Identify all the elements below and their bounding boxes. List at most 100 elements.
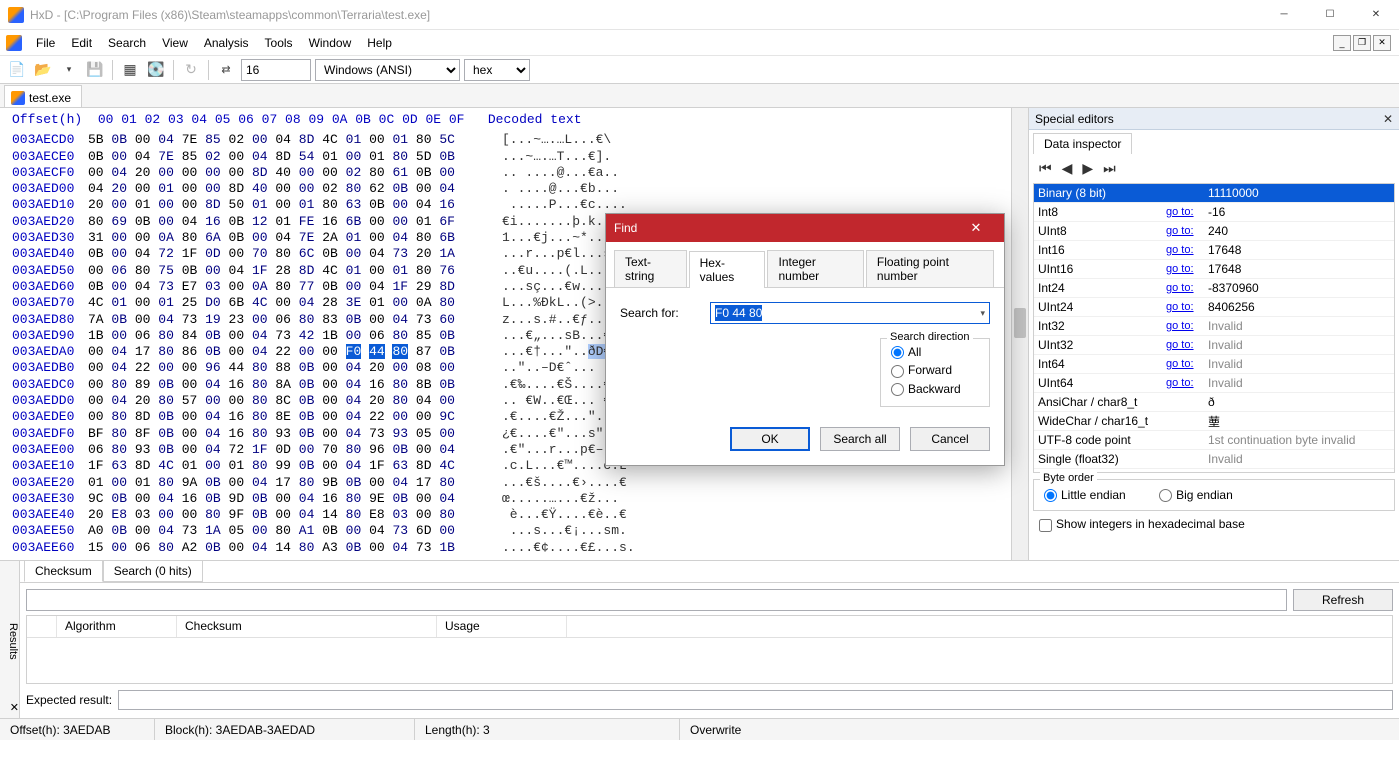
status-mode: Overwrite bbox=[680, 719, 1399, 740]
find-close-button[interactable]: ✕ bbox=[956, 214, 996, 242]
expected-result-input[interactable] bbox=[118, 690, 1393, 710]
radio-all[interactable]: All bbox=[891, 343, 979, 361]
disk-icon[interactable]: 💽 bbox=[145, 59, 167, 81]
find-tab-integer[interactable]: Integer number bbox=[767, 250, 863, 287]
save-icon[interactable]: 💾 bbox=[84, 59, 106, 81]
find-dialog: Find ✕ Text-string Hex-values Integer nu… bbox=[605, 213, 1005, 466]
menu-file[interactable]: File bbox=[28, 33, 63, 53]
results-sidebar-label: Results bbox=[7, 623, 19, 660]
status-block: Block(h): 3AEDAB-3AEDAD bbox=[155, 719, 415, 740]
di-row[interactable]: Int8go to:-16 bbox=[1034, 203, 1394, 222]
results-combo[interactable] bbox=[26, 589, 1287, 611]
ram-icon[interactable]: ▦ bbox=[119, 59, 141, 81]
find-body: Search for: F0 44 80 ▾ Search direction … bbox=[606, 288, 1004, 417]
tab-checksum[interactable]: Checksum bbox=[24, 560, 103, 582]
menu-tools[interactable]: Tools bbox=[257, 33, 301, 53]
di-row[interactable]: UTF-8 code point1st continuation byte in… bbox=[1034, 431, 1394, 450]
col-usage[interactable]: Usage bbox=[437, 616, 567, 637]
search-for-label: Search for: bbox=[620, 306, 700, 320]
results-sidebar: Results ✕ bbox=[0, 561, 20, 718]
dropdown-icon[interactable]: ▾ bbox=[980, 308, 985, 319]
data-inspector-grid: Binary (8 bit)11110000Int8go to:-16UInt8… bbox=[1033, 183, 1395, 473]
bytes-per-row-icon: ⇄ bbox=[215, 59, 237, 81]
encoding-select[interactable]: Windows (ANSI) bbox=[315, 59, 460, 81]
find-tab-float[interactable]: Floating point number bbox=[866, 250, 994, 287]
di-row[interactable]: UInt8go to:240 bbox=[1034, 222, 1394, 241]
mdi-minimize[interactable]: _ bbox=[1333, 35, 1351, 51]
search-all-button[interactable]: Search all bbox=[820, 427, 900, 451]
menu-window[interactable]: Window bbox=[301, 33, 360, 53]
app-icon bbox=[8, 7, 24, 23]
reload-icon[interactable]: ↻ bbox=[180, 59, 202, 81]
menu-view[interactable]: View bbox=[154, 33, 196, 53]
refresh-button[interactable]: Refresh bbox=[1293, 589, 1393, 611]
di-row[interactable]: UInt32go to:Invalid bbox=[1034, 336, 1394, 355]
toolbar-separator bbox=[112, 60, 113, 80]
col-checksum[interactable]: Checksum bbox=[177, 616, 437, 637]
find-buttons: OK Search all Cancel bbox=[606, 417, 1004, 465]
close-button[interactable]: ✕ bbox=[1353, 0, 1399, 30]
close-results-icon[interactable]: ✕ bbox=[10, 701, 19, 714]
menu-analysis[interactable]: Analysis bbox=[196, 33, 257, 53]
tab-search-hits[interactable]: Search (0 hits) bbox=[103, 560, 203, 582]
nav-first-icon[interactable]: ⏮ bbox=[1039, 160, 1052, 177]
maximize-button[interactable]: ☐ bbox=[1307, 0, 1353, 30]
byte-order-legend: Byte order bbox=[1040, 472, 1097, 484]
mdi-restore[interactable]: ❐ bbox=[1353, 35, 1371, 51]
radio-forward[interactable]: Forward bbox=[891, 361, 979, 379]
nav-prev-icon[interactable]: ◀ bbox=[1062, 160, 1073, 177]
ok-button[interactable]: OK bbox=[730, 427, 810, 451]
di-row[interactable]: Int32go to:Invalid bbox=[1034, 317, 1394, 336]
di-row[interactable]: Int16go to:17648 bbox=[1034, 241, 1394, 260]
bytes-per-row-input[interactable] bbox=[241, 59, 311, 81]
di-row[interactable]: Int24go to:-8370960 bbox=[1034, 279, 1394, 298]
menu-help[interactable]: Help bbox=[359, 33, 400, 53]
toolbar-separator bbox=[173, 60, 174, 80]
dropdown-icon[interactable]: ▾ bbox=[58, 59, 80, 81]
radio-backward[interactable]: Backward bbox=[891, 380, 979, 398]
tab-data-inspector[interactable]: Data inspector bbox=[1033, 133, 1132, 154]
statusbar: Offset(h): 3AEDAB Block(h): 3AEDAB-3AEDA… bbox=[0, 718, 1399, 740]
di-row[interactable]: UInt64go to:Invalid bbox=[1034, 374, 1394, 393]
di-row[interactable]: Int64go to:Invalid bbox=[1034, 355, 1394, 374]
results-body: Refresh Algorithm Checksum Usage Expecte… bbox=[20, 583, 1399, 718]
results-main: Checksum Search (0 hits) Refresh Algorit… bbox=[20, 561, 1399, 718]
col-algorithm[interactable]: Algorithm bbox=[57, 616, 177, 637]
di-row[interactable]: Single (float32)Invalid bbox=[1034, 450, 1394, 469]
find-dialog-titlebar[interactable]: Find ✕ bbox=[606, 214, 1004, 242]
cancel-button[interactable]: Cancel bbox=[910, 427, 990, 451]
radio-little-endian[interactable]: Little endian bbox=[1044, 488, 1126, 502]
menu-edit[interactable]: Edit bbox=[63, 33, 100, 53]
vertical-scrollbar[interactable] bbox=[1011, 108, 1028, 560]
menubar: File Edit Search View Analysis Tools Win… bbox=[0, 30, 1399, 56]
window-controls: ─ ☐ ✕ bbox=[1261, 0, 1399, 30]
open-file-icon[interactable]: 📂 bbox=[32, 59, 54, 81]
nav-next-icon[interactable]: ▶ bbox=[1082, 160, 1093, 177]
di-row[interactable]: UInt16go to:17648 bbox=[1034, 260, 1394, 279]
search-for-input[interactable]: F0 44 80 ▾ bbox=[710, 302, 990, 324]
close-panel-icon[interactable]: ✕ bbox=[1383, 112, 1393, 126]
find-tab-text[interactable]: Text-string bbox=[614, 250, 687, 287]
di-row[interactable]: WideChar / char16_t䓰 bbox=[1034, 412, 1394, 431]
nav-last-icon[interactable]: ⏭ bbox=[1103, 160, 1116, 177]
hex-integers-checkbox[interactable]: Show integers in hexadecimal base bbox=[1029, 513, 1399, 535]
radio-big-endian[interactable]: Big endian bbox=[1159, 488, 1233, 502]
di-row[interactable]: Binary (8 bit)11110000 bbox=[1034, 184, 1394, 203]
mdi-close[interactable]: ✕ bbox=[1373, 35, 1391, 51]
find-tab-hex[interactable]: Hex-values bbox=[689, 251, 766, 288]
file-tab-test-exe[interactable]: test.exe bbox=[4, 85, 82, 107]
di-row[interactable]: UInt24go to:8406256 bbox=[1034, 298, 1394, 317]
new-file-icon[interactable]: 📄 bbox=[6, 59, 28, 81]
di-row[interactable]: AnsiChar / char8_tð bbox=[1034, 393, 1394, 412]
titlebar: HxD - [C:\Program Files (x86)\Steam\stea… bbox=[0, 0, 1399, 30]
view-mode-select[interactable]: hex bbox=[464, 59, 530, 81]
menu-search[interactable]: Search bbox=[100, 33, 154, 53]
data-inspector-nav: ⏮ ◀ ▶ ⏭ bbox=[1029, 154, 1399, 183]
byte-order-group: Byte order Little endian Big endian bbox=[1033, 479, 1395, 511]
toolbar: 📄 📂 ▾ 💾 ▦ 💽 ↻ ⇄ Windows (ANSI) hex bbox=[0, 56, 1399, 84]
results-tabs: Checksum Search (0 hits) bbox=[20, 561, 1399, 583]
file-tabs: test.exe bbox=[0, 84, 1399, 108]
scrollbar-thumb[interactable] bbox=[1014, 308, 1026, 338]
results-table: Algorithm Checksum Usage bbox=[26, 615, 1393, 684]
minimize-button[interactable]: ─ bbox=[1261, 0, 1307, 30]
